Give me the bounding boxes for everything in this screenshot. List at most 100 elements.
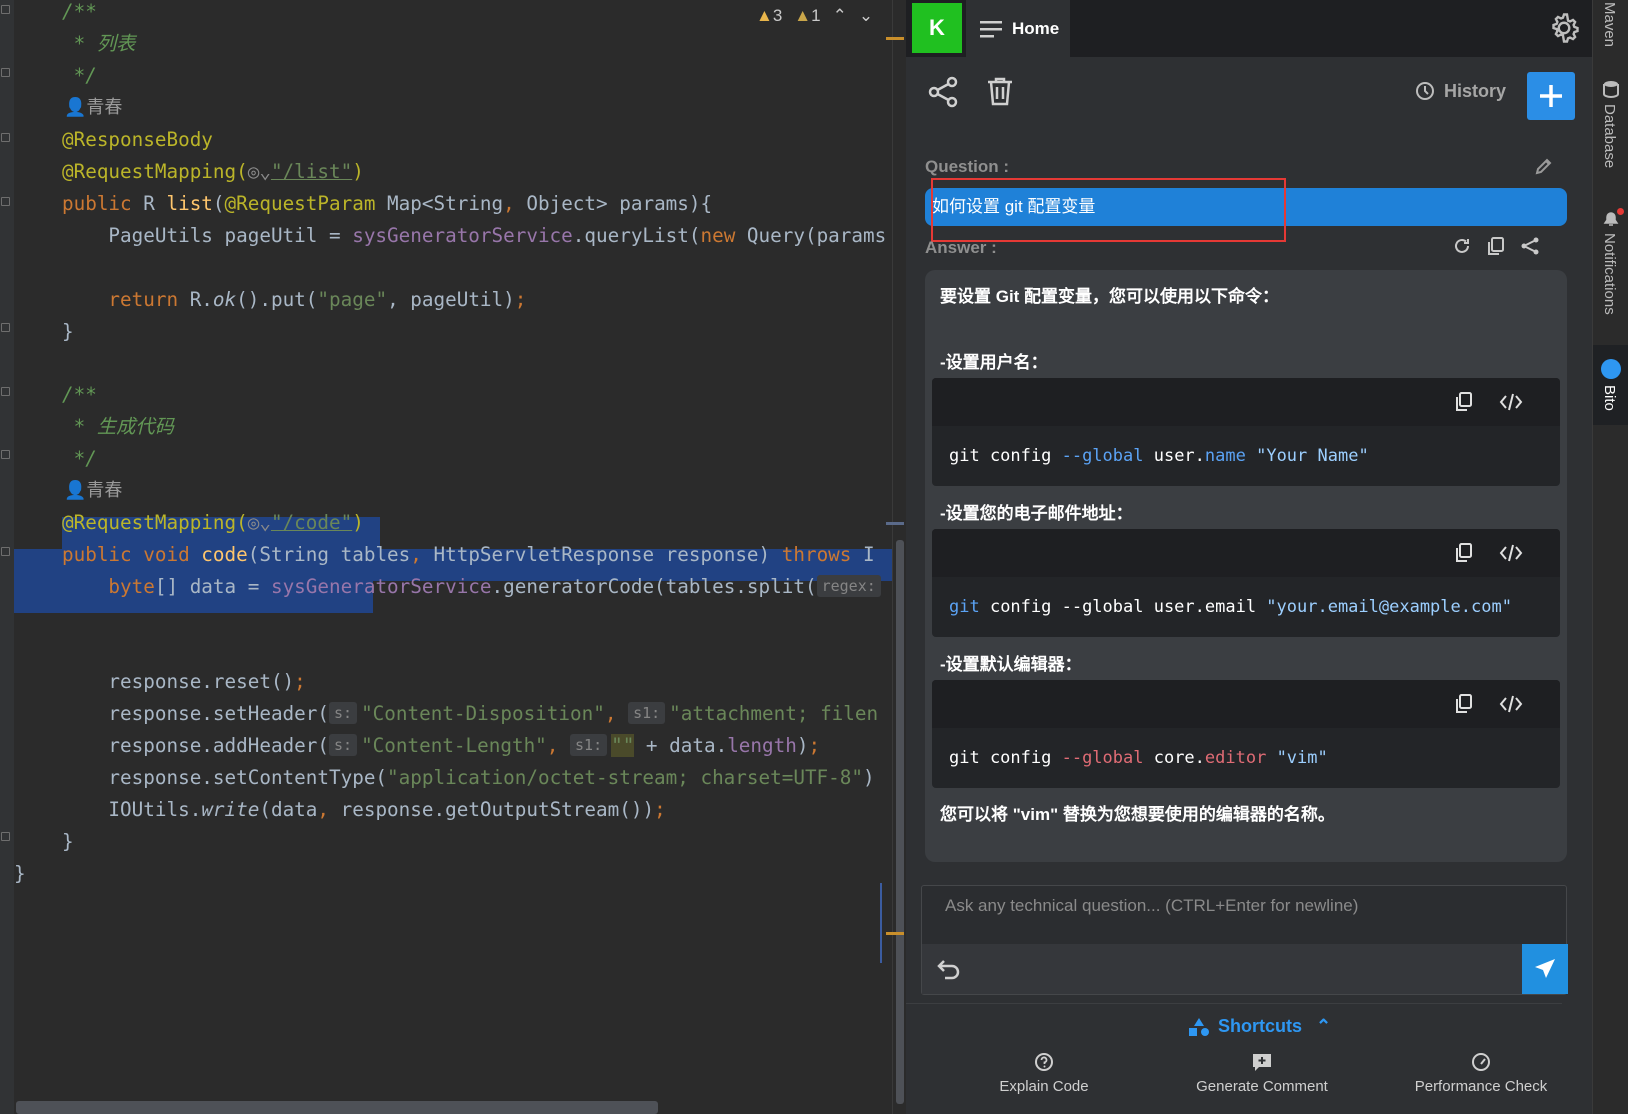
edit-icon[interactable] bbox=[1534, 156, 1554, 176]
shortcut-performance-check[interactable]: Performance Check bbox=[1396, 1052, 1566, 1095]
next-highlight-icon[interactable]: ⌄ bbox=[859, 6, 873, 26]
code-line: response.addHeader(s: "Content-Length", s… bbox=[62, 734, 821, 757]
share-icon[interactable] bbox=[1520, 236, 1540, 256]
code-insert-icon[interactable] bbox=[1499, 543, 1523, 563]
vertical-scrollbar-thumb[interactable] bbox=[896, 540, 904, 1104]
code-block: git config --global user.email "your.ema… bbox=[932, 529, 1560, 637]
trash-icon[interactable] bbox=[986, 76, 1014, 106]
copy-icon[interactable] bbox=[1455, 392, 1473, 412]
code-line: @ResponseBody bbox=[62, 128, 213, 151]
code-author-hint[interactable]: 👤青春 bbox=[64, 91, 122, 124]
notification-badge bbox=[1617, 208, 1624, 215]
fold-marker[interactable] bbox=[1, 387, 10, 396]
code-editor[interactable]: ▲3 ▲1 ⌃ ⌄ /** * 列表 */ 👤青春 @ResponseBody … bbox=[0, 0, 906, 1114]
avatar[interactable]: K bbox=[912, 3, 962, 53]
web-url-icon[interactable]: ◎⌄ bbox=[248, 511, 271, 534]
answer-bubble: 要设置 Git 配置变量，您可以使用以下命令： -设置用户名： git conf… bbox=[925, 270, 1567, 862]
new-session-button[interactable] bbox=[1527, 72, 1575, 120]
user-icon: 👤 bbox=[64, 480, 87, 501]
fold-marker[interactable] bbox=[1, 323, 10, 332]
send-button[interactable] bbox=[1522, 944, 1568, 994]
fold-marker[interactable] bbox=[1, 5, 10, 14]
share-icon[interactable] bbox=[928, 76, 958, 108]
code-insert-icon[interactable] bbox=[1499, 392, 1523, 412]
code-text: git config --global core.editor "vim" bbox=[949, 748, 1328, 768]
web-url-icon[interactable]: ◎⌄ bbox=[248, 160, 271, 183]
horizontal-scrollbar[interactable] bbox=[16, 1101, 658, 1114]
parameter-hint: regex: bbox=[816, 575, 881, 597]
tab-home-label: Home bbox=[1012, 18, 1060, 38]
input-actions bbox=[922, 944, 1568, 994]
bito-panel: K Home History Question : 如何设置 git 配置变量 … bbox=[906, 0, 1592, 1114]
question-input[interactable]: Ask any technical question... (CTRL+Ente… bbox=[921, 885, 1568, 995]
gear-icon[interactable] bbox=[1546, 10, 1582, 46]
code-line: response.setHeader(s: "Content-Dispositio… bbox=[62, 702, 879, 725]
editor-gutter bbox=[0, 0, 14, 1114]
error-stripe-mark[interactable] bbox=[886, 932, 904, 935]
panel-tab-bar: K Home bbox=[906, 0, 1592, 57]
code-line: return R.ok().put("page", pageUtil); bbox=[62, 288, 527, 311]
fold-marker[interactable] bbox=[1, 450, 10, 459]
tool-window-sidebar: Maven Database Notifications Bito bbox=[1592, 0, 1628, 1114]
code-block-header bbox=[932, 378, 1560, 426]
caret-marker bbox=[880, 883, 882, 963]
plus-icon bbox=[1540, 85, 1562, 107]
bito-icon bbox=[1601, 359, 1621, 379]
parameter-hint: s1: bbox=[628, 702, 666, 724]
history-icon bbox=[1416, 82, 1434, 100]
database-icon bbox=[1603, 81, 1619, 98]
divider bbox=[906, 1003, 1562, 1004]
code-line: PageUtils pageUtil = sysGeneratorService… bbox=[62, 224, 887, 247]
tool-window-bito-active[interactable]: Bito bbox=[1593, 345, 1628, 425]
code-insert-icon[interactable] bbox=[1499, 694, 1523, 714]
history-button[interactable]: History bbox=[1414, 80, 1506, 102]
fold-marker[interactable] bbox=[1, 832, 10, 841]
shortcut-explain-code[interactable]: Explain Code bbox=[970, 1052, 1118, 1095]
weak-warning-count[interactable]: ▲1 bbox=[794, 6, 820, 26]
code-line: } bbox=[62, 320, 74, 343]
fold-marker[interactable] bbox=[1, 133, 10, 142]
tab-home[interactable]: Home bbox=[966, 0, 1070, 57]
tool-window-bito: Bito bbox=[1601, 385, 1618, 411]
code-line: * 列表 bbox=[62, 32, 136, 55]
tool-window-notifications[interactable]: Notifications bbox=[1601, 233, 1618, 315]
inspection-markers[interactable]: ▲3 ▲1 ⌃ ⌄ bbox=[756, 6, 873, 26]
parameter-hint: s: bbox=[329, 702, 358, 724]
code-line: @RequestMapping(◎⌄"/code") bbox=[62, 511, 364, 534]
menu-icon bbox=[980, 20, 1002, 37]
tool-window-maven[interactable]: Maven bbox=[1601, 2, 1618, 47]
code-line: } bbox=[62, 830, 74, 853]
warning-count[interactable]: ▲3 bbox=[756, 6, 782, 26]
answer-label: Answer : bbox=[925, 238, 997, 257]
annotation-box bbox=[931, 178, 1286, 242]
question-label: Question : bbox=[925, 157, 1010, 176]
regenerate-icon[interactable] bbox=[1452, 236, 1472, 256]
shortcuts-toggle[interactable]: Shortcuts ⌃ bbox=[1188, 1016, 1331, 1037]
error-stripe-mark[interactable] bbox=[886, 522, 904, 525]
undo-icon[interactable] bbox=[936, 957, 962, 981]
shortcut-generate-comment[interactable]: Generate Comment bbox=[1172, 1052, 1352, 1095]
input-placeholder: Ask any technical question... (CTRL+Ente… bbox=[945, 896, 1359, 915]
answer-text: -设置默认编辑器： bbox=[940, 655, 1082, 674]
copy-icon[interactable] bbox=[1486, 236, 1506, 256]
fold-marker[interactable] bbox=[1, 547, 10, 556]
send-icon bbox=[1535, 959, 1555, 978]
code-line: byte[] data = sysGeneratorService.genera… bbox=[62, 570, 885, 603]
question-circle-icon bbox=[1035, 1053, 1053, 1071]
shapes-icon bbox=[1189, 1017, 1209, 1036]
gauge-icon bbox=[1472, 1053, 1490, 1071]
answer-text: 要设置 Git 配置变量，您可以使用以下命令： bbox=[940, 287, 1280, 306]
parameter-hint: s: bbox=[329, 734, 358, 756]
code-author-hint[interactable]: 👤青春 bbox=[64, 474, 122, 507]
copy-icon[interactable] bbox=[1455, 543, 1473, 563]
code-line: public R list(@RequestParam Map<String, … bbox=[62, 192, 713, 215]
code-text: git config --global user.email "your.ema… bbox=[949, 597, 1512, 617]
previous-highlight-icon[interactable]: ⌃ bbox=[833, 6, 847, 26]
fold-marker[interactable] bbox=[1, 68, 10, 77]
tool-window-database[interactable]: Database bbox=[1601, 104, 1618, 168]
fold-marker[interactable] bbox=[1, 197, 10, 206]
user-icon: 👤 bbox=[64, 97, 87, 118]
error-stripe-mark[interactable] bbox=[886, 37, 904, 40]
copy-icon[interactable] bbox=[1455, 694, 1473, 714]
code-line: /** bbox=[62, 0, 97, 23]
